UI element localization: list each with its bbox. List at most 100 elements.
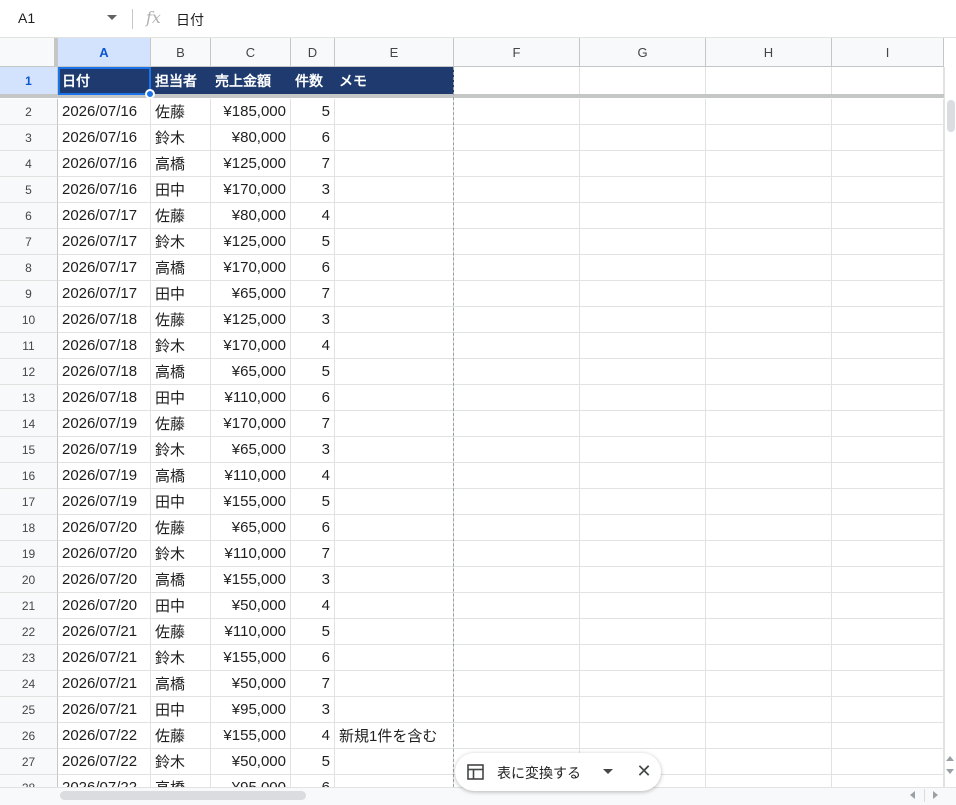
cell-empty[interactable] — [706, 567, 832, 593]
cell-empty[interactable] — [832, 645, 944, 671]
cell-date[interactable]: 2026/07/21 — [58, 645, 151, 671]
cell-empty[interactable] — [706, 749, 832, 775]
cell-empty[interactable] — [454, 489, 580, 515]
row-header-25[interactable]: 25 — [0, 697, 58, 723]
cell-date[interactable]: 2026/07/16 — [58, 151, 151, 177]
cell-person[interactable]: 高橋 — [151, 359, 211, 385]
column-header-i[interactable]: I — [832, 38, 944, 67]
cell-empty[interactable] — [832, 749, 944, 775]
cell-date[interactable]: 2026/07/16 — [58, 125, 151, 151]
cell-memo[interactable] — [335, 125, 454, 151]
cell-person[interactable]: 高橋 — [151, 567, 211, 593]
cell-empty[interactable] — [580, 723, 706, 749]
vertical-scrollbar[interactable] — [944, 67, 956, 787]
cell-count[interactable]: 4 — [291, 463, 335, 489]
cell-count[interactable]: 6 — [291, 255, 335, 281]
cell-person[interactable]: 鈴木 — [151, 125, 211, 151]
cell-count[interactable]: 3 — [291, 177, 335, 203]
cell-empty[interactable] — [832, 99, 944, 125]
cell-count[interactable]: 7 — [291, 151, 335, 177]
cell-count[interactable]: 7 — [291, 671, 335, 697]
cell-count[interactable]: 3 — [291, 567, 335, 593]
cell-amount[interactable]: ¥170,000 — [211, 333, 291, 359]
cell-person[interactable]: 佐藤 — [151, 411, 211, 437]
cell-empty[interactable] — [454, 125, 580, 151]
cell-memo[interactable] — [335, 671, 454, 697]
cell-empty[interactable] — [580, 67, 706, 95]
column-header-h[interactable]: H — [706, 38, 832, 67]
row-header-1[interactable]: 1 — [0, 67, 58, 95]
cell-empty[interactable] — [706, 515, 832, 541]
cell-empty[interactable] — [706, 463, 832, 489]
cell-person[interactable]: 佐藤 — [151, 619, 211, 645]
cell-empty[interactable] — [706, 645, 832, 671]
row-header-26[interactable]: 26 — [0, 723, 58, 749]
cell-empty[interactable] — [454, 593, 580, 619]
cell-date[interactable]: 2026/07/18 — [58, 385, 151, 411]
cell-empty[interactable] — [454, 307, 580, 333]
cell-person[interactable]: 田中 — [151, 385, 211, 411]
cell-empty[interactable] — [454, 411, 580, 437]
cell-count[interactable]: 5 — [291, 619, 335, 645]
cell-empty[interactable] — [580, 177, 706, 203]
row-header-9[interactable]: 9 — [0, 281, 58, 307]
cell-empty[interactable] — [706, 177, 832, 203]
cell-date[interactable]: 2026/07/19 — [58, 489, 151, 515]
cell-person[interactable]: 鈴木 — [151, 541, 211, 567]
cell-memo[interactable] — [335, 697, 454, 723]
cell-empty[interactable] — [832, 515, 944, 541]
cell-memo[interactable] — [335, 567, 454, 593]
cell-amount[interactable]: ¥155,000 — [211, 489, 291, 515]
cell-empty[interactable] — [454, 671, 580, 697]
horizontal-scroll-thumb[interactable] — [60, 791, 306, 800]
cell-count[interactable]: 3 — [291, 697, 335, 723]
cell-header-person[interactable]: 担当者 — [151, 67, 211, 95]
cell-empty[interactable] — [706, 125, 832, 151]
cell-empty[interactable] — [706, 359, 832, 385]
cell-amount[interactable]: ¥125,000 — [211, 229, 291, 255]
cell-amount[interactable]: ¥110,000 — [211, 541, 291, 567]
cell-empty[interactable] — [580, 671, 706, 697]
column-header-g[interactable]: G — [580, 38, 706, 67]
cell-count[interactable]: 7 — [291, 281, 335, 307]
cell-memo[interactable] — [335, 385, 454, 411]
cell-memo[interactable] — [335, 281, 454, 307]
cell-empty[interactable] — [580, 151, 706, 177]
row-header-21[interactable]: 21 — [0, 593, 58, 619]
cell-empty[interactable] — [580, 99, 706, 125]
cell-person[interactable]: 高橋 — [151, 671, 211, 697]
row-header-17[interactable]: 17 — [0, 489, 58, 515]
cell-count[interactable]: 6 — [291, 775, 335, 787]
cell-person[interactable]: 鈴木 — [151, 229, 211, 255]
cell-empty[interactable] — [832, 593, 944, 619]
cell-person[interactable]: 鈴木 — [151, 437, 211, 463]
cell-empty[interactable] — [454, 463, 580, 489]
cell-amount[interactable]: ¥185,000 — [211, 99, 291, 125]
cell-empty[interactable] — [832, 723, 944, 749]
cell-amount[interactable]: ¥50,000 — [211, 671, 291, 697]
cell-memo[interactable] — [335, 593, 454, 619]
cell-empty[interactable] — [580, 281, 706, 307]
name-box[interactable]: A1 — [0, 0, 130, 38]
cell-person[interactable]: 高橋 — [151, 255, 211, 281]
cell-amount[interactable]: ¥80,000 — [211, 203, 291, 229]
cell-person[interactable]: 高橋 — [151, 775, 211, 787]
cell-date[interactable]: 2026/07/19 — [58, 437, 151, 463]
scroll-left-icon[interactable] — [910, 791, 915, 799]
cell-empty[interactable] — [832, 151, 944, 177]
cell-empty[interactable] — [832, 463, 944, 489]
cell-empty[interactable] — [454, 177, 580, 203]
cell-amount[interactable]: ¥110,000 — [211, 463, 291, 489]
cell-person[interactable]: 田中 — [151, 697, 211, 723]
row-header-19[interactable]: 19 — [0, 541, 58, 567]
cell-memo[interactable] — [335, 437, 454, 463]
cell-memo[interactable] — [335, 645, 454, 671]
cell-empty[interactable] — [706, 385, 832, 411]
cell-empty[interactable] — [454, 203, 580, 229]
cell-person[interactable]: 田中 — [151, 281, 211, 307]
cell-empty[interactable] — [706, 255, 832, 281]
cell-empty[interactable] — [580, 255, 706, 281]
convert-to-table-button[interactable]: 表に変換する — [497, 763, 581, 783]
cell-empty[interactable] — [580, 437, 706, 463]
cell-memo[interactable] — [335, 411, 454, 437]
